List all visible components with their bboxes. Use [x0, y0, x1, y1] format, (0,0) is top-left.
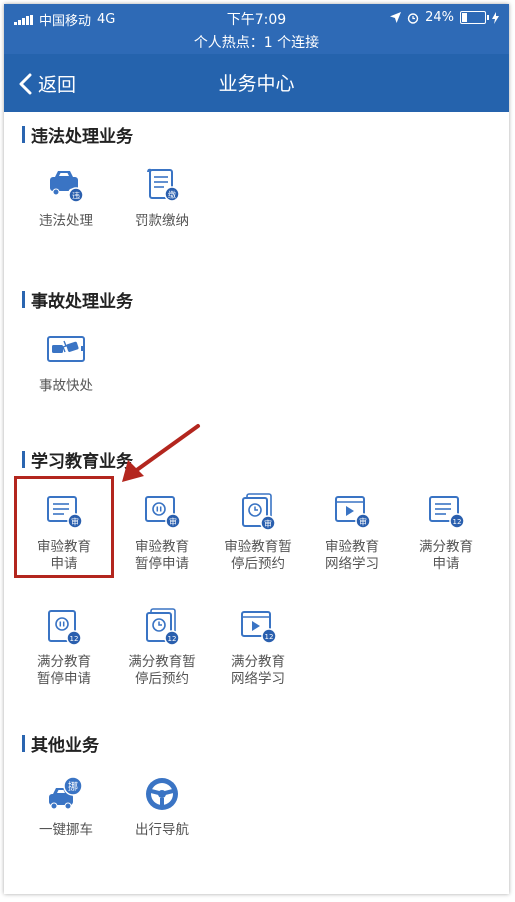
fine-payment-item[interactable]: 缴 罚款缴纳 — [117, 167, 207, 230]
item-label: 满分教育 申请 — [419, 539, 473, 572]
arrow-pointer-icon — [122, 424, 200, 482]
item-label: 审验教育暂 停后预约 — [224, 539, 292, 572]
full-score-education-online-learning-item[interactable]: 12 满分教育 网络学习 — [213, 608, 303, 688]
accident-scene-icon — [46, 332, 86, 370]
item-label: 审验教育 网络学习 — [325, 539, 379, 572]
section-title-violation: 违法处理业务 — [22, 122, 133, 147]
item-label: 事故快处 — [39, 378, 93, 394]
svg-text:12: 12 — [453, 518, 462, 526]
alarm-icon — [407, 12, 419, 24]
status-bar: 中国移动 4G 下午7:09 24% 个人热点：1 个连接 — [4, 4, 509, 54]
svg-text:12: 12 — [70, 635, 79, 643]
clock-document-icon: 12 — [142, 608, 182, 646]
one-click-move-car-item[interactable]: 挪 一键挪车 — [21, 776, 111, 839]
steering-wheel-icon — [142, 776, 182, 814]
full-score-education-pause-item[interactable]: 12 满分教育 暂停申请 — [19, 608, 109, 688]
svg-text:审: 审 — [169, 517, 177, 527]
video-play-icon: 审 — [332, 493, 372, 531]
video-play-icon: 12 — [238, 608, 278, 646]
item-label: 违法处理 — [39, 213, 93, 229]
item-label: 一键挪车 — [39, 822, 93, 838]
badge-violation: 违 — [72, 192, 80, 201]
full-score-education-apply-item[interactable]: 12 满分教育 申请 — [401, 493, 491, 573]
travel-navigation-item[interactable]: 出行导航 — [117, 776, 207, 839]
review-education-online-learning-item[interactable]: 审 审验教育 网络学习 — [307, 493, 397, 573]
item-label: 审验教育 暂停申请 — [135, 539, 189, 572]
nav-bar: 返回 业务中心 — [4, 54, 509, 112]
item-label: 满分教育 网络学习 — [231, 654, 285, 687]
review-education-pause-item[interactable]: 审 审验教育 暂停申请 — [117, 493, 207, 573]
svg-text:审: 审 — [264, 519, 272, 529]
document-icon: 12 — [426, 493, 466, 531]
svg-text:12: 12 — [265, 633, 274, 641]
charging-bolt-icon — [492, 11, 499, 24]
item-label: 出行导航 — [135, 822, 189, 838]
svg-text:审: 审 — [359, 517, 367, 527]
item-label: 满分教育 暂停申请 — [37, 654, 91, 687]
move-car-icon: 挪 — [46, 776, 86, 814]
status-right: 24% — [390, 10, 499, 25]
location-arrow-icon — [390, 12, 402, 23]
hotspot-banner[interactable]: 个人热点：1 个连接 — [4, 32, 509, 52]
battery-icon — [460, 11, 489, 24]
clock-document-icon: 审 — [238, 493, 278, 531]
item-label: 满分教育暂 停后预约 — [128, 654, 196, 687]
full-score-education-post-pause-booking-item[interactable]: 12 满分教育暂 停后预约 — [117, 608, 207, 688]
phone-screen: 中国移动 4G 下午7:09 24% 个人热点：1 个连接 返回 业务中心 违法… — [4, 4, 509, 894]
violation-handling-item[interactable]: 违 违法处理 — [21, 167, 111, 230]
page-title: 业务中心 — [218, 73, 295, 95]
svg-text:挪: 挪 — [68, 780, 78, 793]
pause-document-icon: 审 — [142, 493, 182, 531]
review-education-post-pause-booking-item[interactable]: 审 审验教育暂 停后预约 — [213, 493, 303, 573]
section-title-accident: 事故处理业务 — [22, 287, 133, 312]
section-title-other: 其他业务 — [22, 731, 99, 756]
svg-text:12: 12 — [168, 635, 177, 643]
car-icon: 违 — [46, 167, 86, 205]
accident-quick-handling-item[interactable]: 事故快处 — [21, 332, 111, 395]
receipt-icon: 缴 — [142, 167, 182, 205]
badge-payment: 缴 — [168, 190, 176, 200]
battery-percent: 24% — [425, 10, 454, 25]
highlight-box — [14, 476, 114, 578]
pause-document-icon: 12 — [44, 608, 84, 646]
item-label: 罚款缴纳 — [135, 213, 189, 229]
